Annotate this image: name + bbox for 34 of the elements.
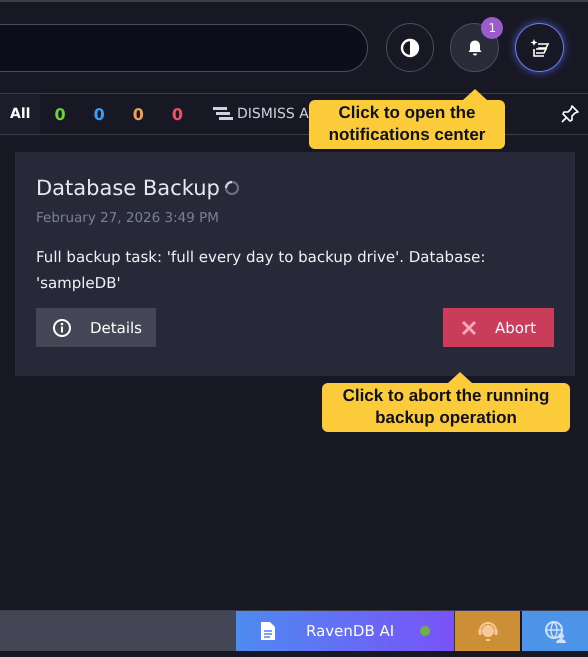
notification-time: February 27, 2026 3:49 PM [36, 210, 220, 226]
filter-tab[interactable]: 0 [118, 94, 158, 134]
close-icon [461, 320, 477, 336]
notification-message: Full backup task: 'full every day to backup drive'. Database: 'sampleDB' [36, 247, 486, 294]
theme-toggle-button[interactable] [386, 23, 434, 72]
filter-tab[interactable]: 0 [80, 94, 119, 134]
globe-user-icon [543, 619, 567, 643]
filter-tab[interactable]: All [0, 94, 40, 134]
ai-button[interactable]: RavenDB AI [236, 611, 454, 651]
count-label: 0 [54, 104, 66, 124]
notification-count-badge: 1 [481, 17, 504, 39]
search-field[interactable] [0, 24, 368, 72]
sparkle-list-icon [528, 36, 551, 58]
spinner-icon [224, 180, 240, 196]
tooltip: Click to abort the running backup operation [322, 383, 570, 432]
tooltip: Click to open the notifications center [309, 100, 505, 149]
abort-button[interactable]: Abort [443, 308, 554, 347]
count-label: 0 [94, 104, 105, 124]
stack-lines-icon [213, 107, 233, 121]
count-label: 0 [132, 104, 144, 124]
pin-icon[interactable] [560, 104, 580, 124]
filter-tab[interactable]: 0 [40, 94, 80, 134]
count-label: 0 [172, 104, 183, 124]
info-icon [52, 318, 72, 338]
contrast-icon [400, 38, 420, 58]
document-icon [260, 621, 276, 641]
notifications-button[interactable] [450, 23, 500, 72]
bell-icon [466, 38, 484, 56]
headset-icon [476, 619, 500, 643]
filter-tab[interactable]: 0 [158, 94, 197, 134]
dismiss-all-button[interactable]: DISMISS A [197, 106, 309, 122]
notification-title: Database Backup [36, 176, 220, 200]
ai-assistant-button[interactable] [515, 23, 564, 72]
details-button[interactable]: Details [36, 308, 156, 347]
